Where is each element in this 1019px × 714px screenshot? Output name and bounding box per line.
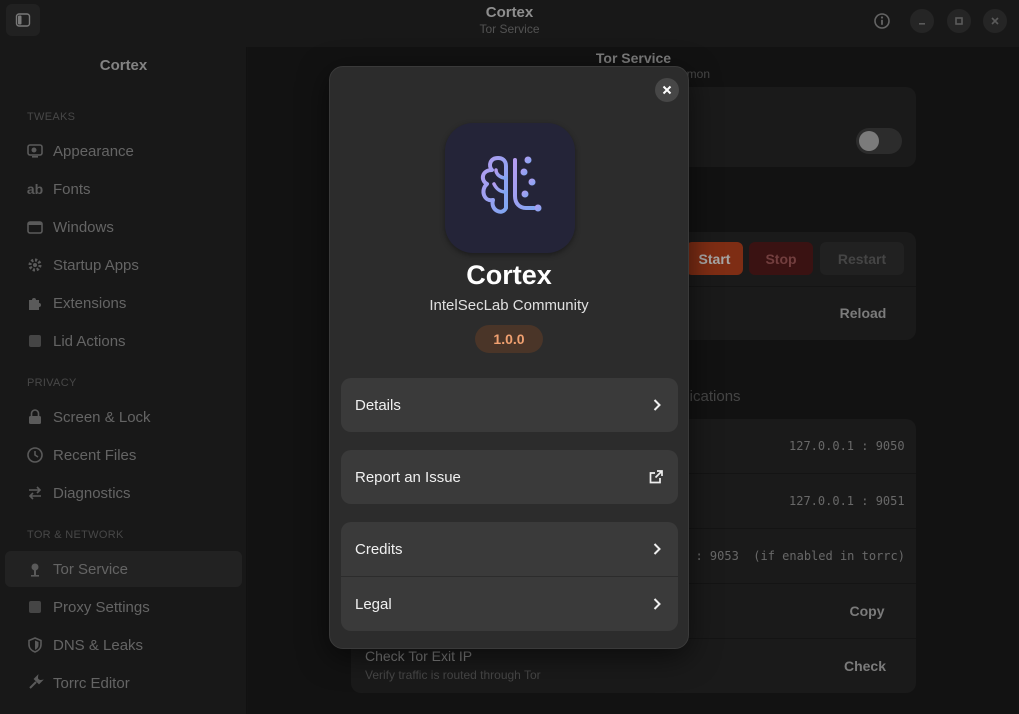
legal-row[interactable]: Legal [341,577,678,631]
developer-name: IntelSecLab Community [429,297,589,314]
about-dialog: Cortex IntelSecLab Community 1.0.0 Detai… [329,66,689,649]
chevron-right-icon [653,598,661,610]
app-icon [445,123,575,253]
chevron-right-icon [653,543,661,555]
brain-circuit-icon [480,156,542,214]
details-label: Details [355,396,401,414]
dialog-close-button[interactable] [655,78,679,102]
version-badge[interactable]: 1.0.0 [475,325,543,353]
report-issue-label: Report an Issue [355,468,461,486]
close-icon [662,85,672,95]
app-name: Cortex [466,260,552,290]
external-link-icon [649,470,663,484]
chevron-right-icon [653,399,661,411]
credits-row[interactable]: Credits [341,522,678,576]
report-issue-row[interactable]: Report an Issue [341,450,678,504]
details-row[interactable]: Details [341,378,678,432]
legal-label: Legal [355,595,392,613]
credits-label: Credits [355,540,403,558]
